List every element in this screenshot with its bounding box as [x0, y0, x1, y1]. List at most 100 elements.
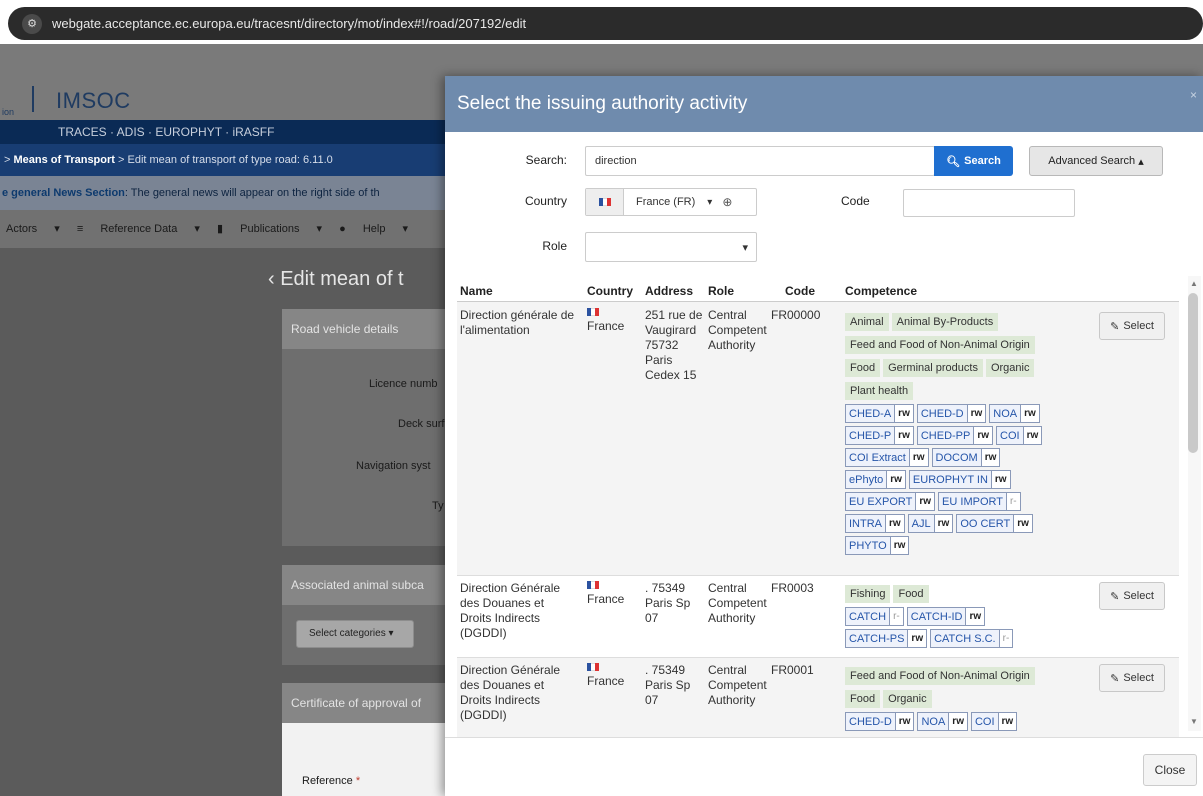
col-address: Address: [645, 284, 694, 298]
permission-name: CATCH-ID: [910, 611, 963, 623]
permission-level: rw: [965, 608, 985, 625]
permission-name: NOA: [921, 716, 946, 728]
select-button-label: Select: [1123, 590, 1154, 602]
permission-badge: INTRA rw: [845, 514, 905, 533]
reference-label: Reference *: [302, 775, 360, 787]
select-button[interactable]: ✎ Select: [1099, 312, 1165, 340]
permission-name: INTRA: [849, 518, 882, 530]
main-menu: Actors ▾ ≡ Reference Data ▾ ▮ Publicatio…: [0, 210, 445, 248]
page-heading-text: Edit mean of t: [280, 268, 404, 290]
search-input[interactable]: direction: [585, 146, 935, 176]
search-button[interactable]: 🔍︎ Search: [934, 146, 1013, 176]
permission-name: DOCOM: [935, 452, 978, 464]
edit-icon: ✎: [1110, 672, 1120, 685]
permission-badge: NOA rw: [917, 712, 968, 731]
site-settings-icon[interactable]: ⚙: [22, 13, 42, 34]
scrollbar-thumb[interactable]: [1188, 293, 1198, 453]
permission-name: CATCH-PS: [849, 633, 905, 645]
competence-tag: Organic: [883, 690, 932, 708]
permission-badge: COI rw: [970, 712, 1018, 731]
select-button-label: Select: [1123, 672, 1154, 684]
competence-tag: Food: [845, 690, 881, 708]
permission-level: r-: [998, 630, 1013, 647]
scroll-down-icon[interactable]: ▼: [1190, 717, 1198, 726]
select-button[interactable]: ✎ Select: [1099, 664, 1165, 692]
url-text[interactable]: webgate.acceptance.ec.europa.eu/tracesnt…: [52, 16, 526, 31]
permission-name: CATCH: [849, 611, 887, 623]
certificate-panel-header: Certificate of approval of: [282, 683, 445, 723]
breadcrumb-current: Edit mean of transport of type road: 6.1…: [127, 154, 333, 166]
globe-icon[interactable]: ⊕: [722, 195, 732, 209]
row-country: France: [587, 308, 624, 334]
country-select[interactable]: France (FR) ▾ ⊕: [585, 188, 757, 216]
role-select[interactable]: ▾: [585, 232, 757, 262]
role-label: Role: [542, 239, 567, 253]
row-competence: Feed and Food of Non-Animal Origin Food O…: [845, 666, 1085, 736]
advanced-search-button[interactable]: Advanced Search ▴: [1029, 146, 1163, 176]
row-country-text: France: [587, 319, 625, 333]
france-flag-icon: [587, 663, 599, 671]
permission-level: rw: [907, 630, 927, 647]
select-button[interactable]: ✎ Select: [1099, 582, 1165, 610]
deck-label: Deck surfa: [398, 418, 451, 430]
close-button[interactable]: Close: [1143, 754, 1197, 786]
permission-level: rw: [915, 493, 935, 510]
page-heading: ‹ Edit mean of t: [268, 268, 404, 290]
france-flag-icon: [586, 189, 624, 215]
breadcrumb-parent[interactable]: Means of Transport: [13, 154, 114, 166]
row-divider: [457, 575, 1179, 576]
country-label: Country: [524, 194, 567, 208]
permission-level: rw: [973, 427, 993, 444]
row-code: FR0003: [771, 581, 814, 595]
permission-name: EUROPHYT IN: [912, 474, 988, 486]
row-country: France: [587, 581, 624, 607]
permission-level: r-: [889, 608, 903, 625]
search-icon: 🔍︎: [946, 155, 961, 168]
menu-publications[interactable]: ▮ Publications ▾: [217, 223, 322, 235]
apps-nav[interactable]: TRACES · ADIS · EUROPHYT · iRASFF: [0, 120, 445, 144]
search-button-label: Search: [964, 155, 1001, 167]
competence-tag: Animal: [845, 313, 889, 331]
permission-badge: CHED-PP rw: [916, 426, 994, 445]
menu-actors[interactable]: Actors ▾: [6, 223, 60, 235]
chevron-down-icon: ▾: [707, 196, 713, 208]
row-competence: Animal Animal By-Products Feed and Food o…: [845, 312, 1085, 558]
menu-reference-data[interactable]: ≡ Reference Data ▾: [77, 223, 200, 235]
ec-logo-fragment: ion: [2, 107, 15, 117]
permission-name: NOA: [993, 408, 1018, 420]
modal-title: Select the issuing authority activity: [457, 93, 748, 114]
permission-level: rw: [1022, 427, 1042, 444]
menu-publications-label: Publications: [240, 223, 300, 235]
app-name: IMSOC: [56, 88, 131, 113]
competence-tag: Germinal products: [883, 359, 983, 377]
address-bar[interactable]: ⚙ webgate.acceptance.ec.europa.eu/traces…: [8, 7, 1203, 40]
navigation-label: Navigation syst: [356, 460, 431, 472]
menu-help[interactable]: ● Help ▾: [339, 223, 408, 235]
competence-tag: Plant health: [845, 382, 914, 400]
row-code: FR0001: [771, 663, 814, 677]
permission-badge: CHED-P rw: [845, 426, 914, 445]
animal-subcat-panel-header: Associated animal subca: [282, 565, 445, 605]
permission-name: COI: [1000, 430, 1020, 442]
permission-level: rw: [889, 537, 909, 554]
scroll-up-icon[interactable]: ▲: [1190, 279, 1198, 288]
row-address: . 75349 Paris Sp 07: [645, 663, 691, 707]
permission-badge: COI rw: [996, 426, 1043, 445]
close-icon[interactable]: ×: [1190, 88, 1197, 102]
permission-name: ePhyto: [849, 474, 884, 486]
col-country: Country: [587, 284, 633, 298]
permission-badge: EUROPHYT IN rw: [908, 470, 1011, 489]
permission-level: rw: [1020, 405, 1039, 422]
menu-reference-label: Reference Data: [100, 223, 178, 235]
chevron-down-icon: ▾: [742, 241, 748, 254]
row-competence: Fishing Food CATCH r- CATCH-ID rw CATCH-PS rw…: [845, 584, 1085, 651]
col-name: Name: [460, 284, 493, 298]
code-input[interactable]: [903, 189, 1075, 217]
competence-tag: Food: [893, 585, 929, 603]
permission-name: CHED-D: [920, 408, 964, 420]
select-categories-button[interactable]: Select categories ▾: [296, 620, 414, 648]
issuing-authority-modal: Select the issuing authority activity × …: [445, 76, 1203, 796]
permission-badge: CATCH r-: [845, 607, 904, 626]
competence-tag: Feed and Food of Non-Animal Origin: [845, 336, 1035, 354]
modal-footer-divider: [445, 737, 1203, 738]
